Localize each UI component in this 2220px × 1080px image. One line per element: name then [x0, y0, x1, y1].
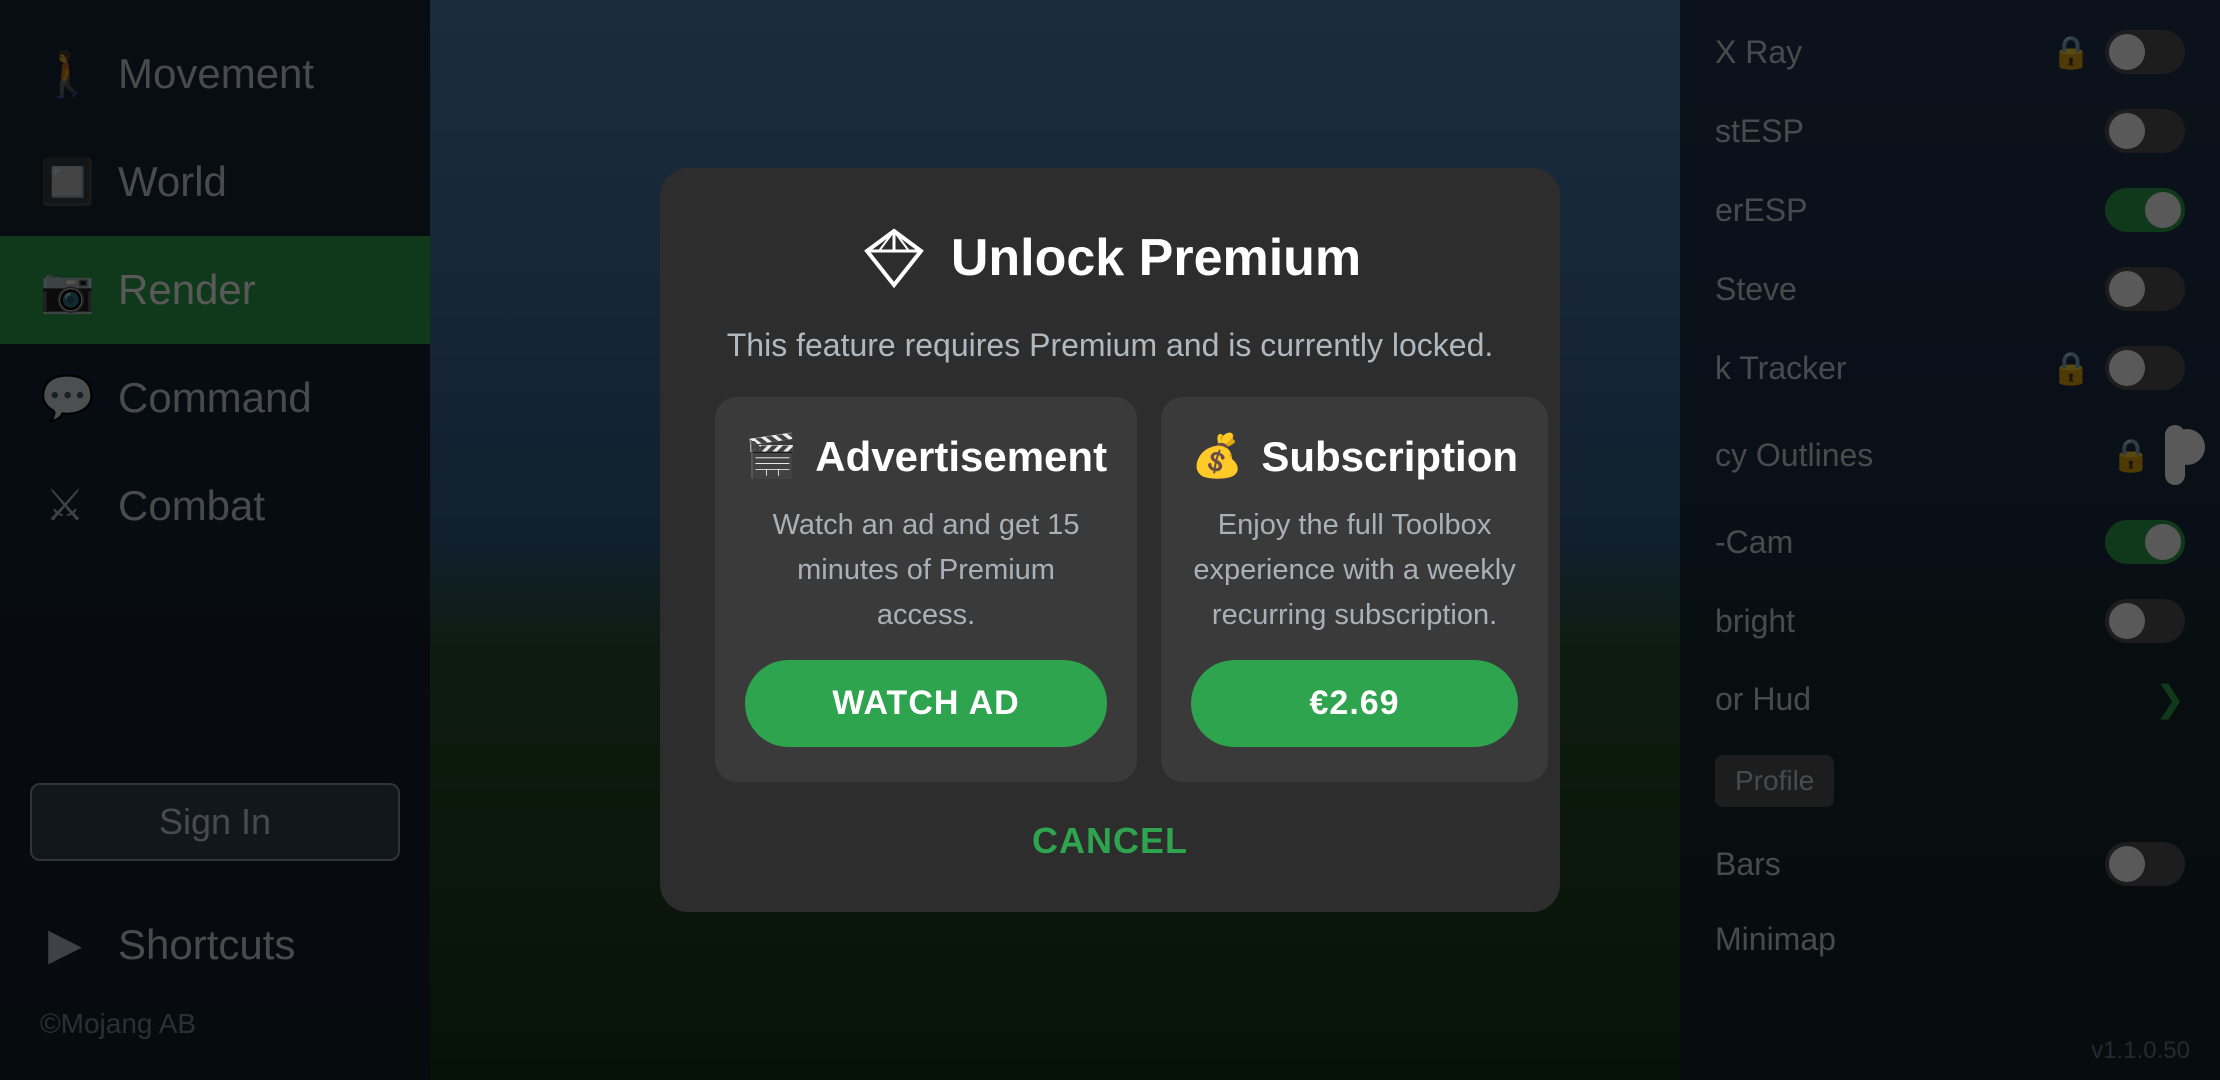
ad-card-desc: Watch an ad and get 15 minutes of Premiu… — [745, 503, 1107, 638]
subscribe-button[interactable]: €2.69 — [1191, 660, 1518, 747]
subscription-card: 💰 Subscription Enjoy the full Toolbox ex… — [1161, 397, 1548, 782]
sub-card-header: 💰 Subscription — [1191, 432, 1518, 481]
modal-backdrop: Unlock Premium This feature requires Pre… — [0, 0, 2220, 1080]
modal-subtitle: This feature requires Premium and is cur… — [727, 321, 1494, 369]
diamond-icon — [859, 223, 929, 293]
modal-header: Unlock Premium — [859, 223, 1361, 293]
ad-card-header: 🎬 Advertisement — [745, 432, 1107, 481]
cancel-button[interactable]: CANCEL — [992, 810, 1228, 872]
ad-card-title: Advertisement — [815, 433, 1107, 481]
sub-icon: 💰 — [1191, 432, 1243, 481]
sub-card-desc: Enjoy the full Toolbox experience with a… — [1191, 503, 1518, 638]
ad-icon: 🎬 — [745, 432, 797, 481]
unlock-premium-modal: Unlock Premium This feature requires Pre… — [660, 168, 1560, 912]
modal-cards: 🎬 Advertisement Watch an ad and get 15 m… — [715, 397, 1505, 782]
watch-ad-button[interactable]: WATCH AD — [745, 660, 1107, 747]
modal-title: Unlock Premium — [951, 228, 1361, 288]
advertisement-card: 🎬 Advertisement Watch an ad and get 15 m… — [715, 397, 1137, 782]
sub-card-title: Subscription — [1261, 433, 1518, 481]
